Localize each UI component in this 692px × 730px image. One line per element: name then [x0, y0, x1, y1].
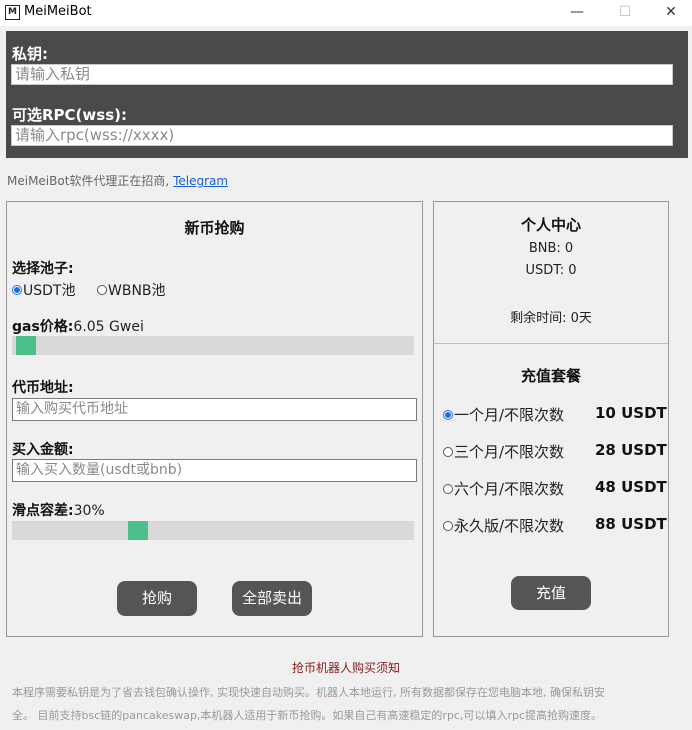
radio-plan-2-icon[interactable]	[443, 446, 453, 457]
footer-line-2: 全。 目前支持bsc链的pancakeswap,本机器人适用于新币抢购。如果自己…	[12, 709, 603, 722]
footer-title: 抢币机器人购买须知	[291, 661, 400, 675]
plan-1-label: 一个月/不限次数	[454, 406, 565, 424]
plan-4-price: 88 USDT	[595, 515, 667, 533]
radio-wbnb-icon[interactable]	[97, 285, 107, 295]
sell-all-button[interactable]: 全部卖出	[232, 581, 312, 616]
user-panel-divider	[434, 343, 668, 344]
plan-option-2[interactable]: 三个月/不限次数	[443, 441, 564, 462]
pool-option-usdt-label: USDT池	[23, 283, 76, 299]
remaining-time: 剩余时间: 0天	[510, 311, 592, 326]
gas-value: 6.05 Gwei	[73, 319, 144, 335]
pool-label: 选择池子:	[12, 261, 74, 277]
buy-button[interactable]: 抢购	[117, 581, 197, 616]
amount-label: 买入金额:	[12, 442, 74, 458]
minimize-button[interactable]: —	[554, 0, 600, 26]
slippage-label: 滑点容差:	[12, 503, 74, 519]
slippage-row: 滑点容差:30%	[12, 500, 105, 520]
window-title: MeiMeiBot	[24, 4, 92, 19]
plans-title: 充值套餐	[520, 367, 581, 385]
plan-option-1[interactable]: 一个月/不限次数	[443, 404, 564, 425]
plan-option-4[interactable]: 永久版/不限次数	[443, 515, 564, 536]
app-logo-icon: M	[5, 5, 20, 20]
gas-slider-thumb[interactable]	[16, 336, 36, 355]
buy-panel-title: 新币抢购	[184, 219, 245, 237]
token-label: 代币地址:	[12, 380, 74, 396]
gas-slider[interactable]	[12, 336, 414, 355]
radio-plan-1-icon[interactable]	[443, 409, 453, 420]
private-key-label: 私钥:	[12, 45, 48, 63]
agent-notice: MeiMeiBot软件代理正在招商, Telegram	[7, 172, 228, 189]
plan-3-label: 六个月/不限次数	[454, 480, 565, 498]
plan-4-label: 永久版/不限次数	[454, 517, 565, 535]
agent-notice-text: MeiMeiBot软件代理正在招商,	[7, 174, 174, 188]
token-address-input[interactable]: 输入购买代币地址	[12, 398, 417, 421]
amount-input[interactable]: 输入买入数量(usdt或bnb)	[12, 459, 417, 482]
radio-plan-3-icon[interactable]	[443, 483, 453, 494]
plan-2-price: 28 USDT	[595, 441, 667, 459]
rpc-label: 可选RPC(wss):	[12, 106, 127, 124]
user-panel-title: 个人中心	[520, 216, 581, 234]
plan-1-price: 10 USDT	[595, 404, 667, 422]
bnb-balance: BNB: 0	[528, 241, 574, 256]
footer-line-1: 本程序需要私钥是为了省去钱包确认操作, 实现快速自动购买。机器人本地运行, 所有…	[12, 686, 605, 699]
pool-option-wbnb-label: WBNB池	[108, 283, 166, 299]
slippage-value: 30%	[73, 503, 105, 519]
footer-text: 本程序需要私钥是为了省去钱包确认操作, 实现快速自动购买。机器人本地运行, 所有…	[12, 681, 684, 727]
pool-option-wbnb[interactable]: WBNB池	[97, 280, 166, 300]
radio-usdt-icon[interactable]	[12, 285, 22, 295]
plan-2-label: 三个月/不限次数	[454, 443, 565, 461]
private-key-input[interactable]: 请输入私钥	[11, 64, 673, 85]
gas-row: gas价格:6.05 Gwei	[12, 316, 144, 336]
close-button[interactable]: ✕	[648, 0, 692, 26]
plan-option-3[interactable]: 六个月/不限次数	[443, 478, 564, 499]
telegram-link[interactable]: Telegram	[173, 174, 228, 188]
gas-label: gas价格:	[12, 319, 74, 335]
plan-3-price: 48 USDT	[595, 478, 667, 496]
rpc-input[interactable]: 请输入rpc(wss://xxxx)	[11, 125, 673, 146]
pool-option-usdt[interactable]: USDT池	[12, 280, 75, 300]
slippage-slider-thumb[interactable]	[127, 521, 148, 540]
slippage-slider[interactable]	[12, 521, 414, 540]
maximize-button: ☐	[618, 4, 632, 20]
radio-plan-4-icon[interactable]	[443, 520, 453, 531]
recharge-button[interactable]: 充值	[511, 576, 591, 610]
usdt-balance: USDT: 0	[525, 263, 577, 278]
